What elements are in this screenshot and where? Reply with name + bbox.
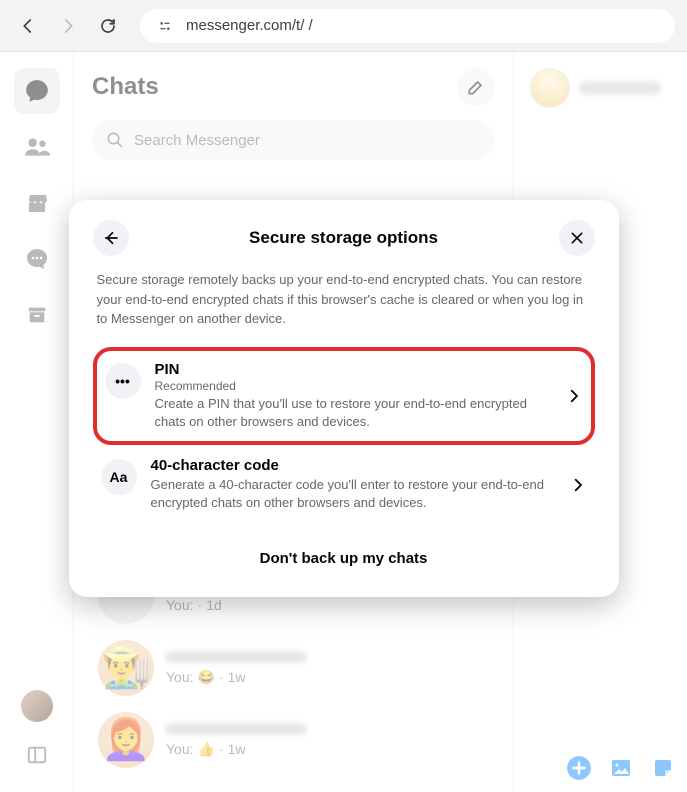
chevron-right-icon <box>569 476 587 494</box>
option-pin-desc: Create a PIN that you'll use to restore … <box>155 395 551 431</box>
secure-storage-modal: Secure storage options Secure storage re… <box>69 200 619 597</box>
option-pin-title: PIN <box>155 361 551 378</box>
option-pin-subtitle: Recommended <box>155 379 551 393</box>
browser-toolbar: messenger.com/t/ / <box>0 0 687 52</box>
option-pin[interactable]: ••• PIN Recommended Create a PIN that yo… <box>93 347 595 445</box>
modal-description: Secure storage remotely backs up your en… <box>93 270 595 329</box>
nav-forward-button[interactable] <box>52 10 84 42</box>
modal-close-button[interactable] <box>559 220 595 256</box>
address-bar[interactable]: messenger.com/t/ / <box>140 9 675 43</box>
option-code-desc: Generate a 40-character code you'll ente… <box>151 476 555 512</box>
option-code-title: 40-character code <box>151 457 555 474</box>
code-icon: Aa <box>101 459 137 495</box>
modal-back-button[interactable] <box>93 220 129 256</box>
no-backup-button[interactable]: Don't back up my chats <box>93 542 595 575</box>
site-settings-icon <box>154 15 176 37</box>
nav-back-button[interactable] <box>12 10 44 42</box>
modal-title: Secure storage options <box>249 228 438 248</box>
nav-reload-button[interactable] <box>92 10 124 42</box>
url-text: messenger.com/t/ / <box>186 17 313 34</box>
option-code[interactable]: Aa 40-character code Generate a 40-chara… <box>93 445 595 524</box>
chevron-right-icon <box>565 387 583 405</box>
pin-icon: ••• <box>105 363 141 399</box>
